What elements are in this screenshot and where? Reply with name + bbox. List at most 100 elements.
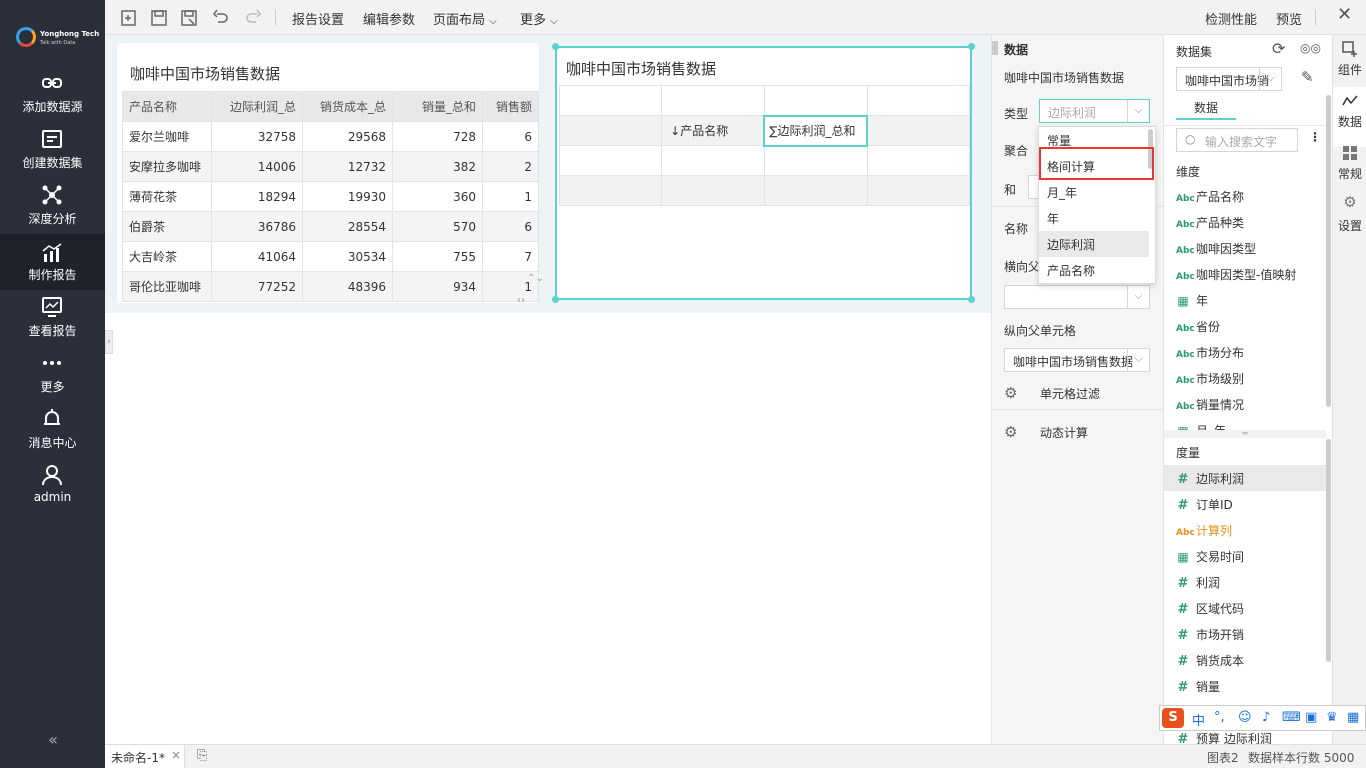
field-item[interactable]: # 订单ID — [1164, 491, 1326, 517]
panel-grip[interactable] — [992, 41, 998, 55]
nav-make-report[interactable]: 制作报告 — [0, 234, 105, 290]
save-icon[interactable] — [149, 8, 169, 28]
tab-settings[interactable]: ⚙ 设置 — [1333, 191, 1366, 251]
table-row[interactable]: 爱尔兰咖啡 32758 29568 728 6 — [122, 121, 539, 152]
table-row[interactable]: 伯爵茶 36786 28554 570 6 — [122, 211, 539, 242]
grid-cell[interactable] — [763, 85, 868, 116]
data-tab[interactable]: 数据 — [1194, 99, 1218, 116]
close-icon[interactable]: ✕ — [1337, 4, 1352, 25]
freestyle-table-component[interactable]: 咖啡中国市场销售数据 ↓产品名称 ∑边际利润_总和 — [552, 43, 975, 303]
keyboard-icon[interactable]: ⌨ — [1282, 710, 1301, 725]
field-item[interactable]: Abc省份 — [1164, 313, 1326, 339]
field-item[interactable]: Abc咖啡因类型-值映射 — [1164, 261, 1326, 287]
grid-cell[interactable] — [866, 175, 971, 206]
field-item[interactable]: Abc产品种类 — [1164, 209, 1326, 235]
field-item[interactable]: Abc市场分布 — [1164, 339, 1326, 365]
table-row[interactable]: 哥伦比亚咖啡 77252 48396 934 1 — [122, 271, 539, 302]
undo-icon[interactable] — [211, 8, 231, 28]
grid-cell[interactable] — [558, 85, 663, 116]
v-parent-select[interactable]: 咖啡中国市场销售数据 ⌵ — [1004, 348, 1150, 372]
emoji-icon[interactable]: ☺ — [1238, 710, 1252, 725]
field-item[interactable]: ▦ 交易时间 — [1164, 543, 1326, 569]
grid-cell[interactable] — [763, 175, 868, 206]
column-header[interactable]: 销货成本_总 — [302, 91, 393, 122]
save-as-icon[interactable] — [179, 8, 199, 28]
edit-icon[interactable]: ✎ — [1301, 68, 1314, 86]
field-item[interactable]: ▦ 年 — [1164, 287, 1326, 313]
grid-cell-margin-selected[interactable]: ∑边际利润_总和 — [763, 114, 869, 147]
type-select[interactable]: 边际利润 ⌵ — [1039, 99, 1150, 123]
resize-handle[interactable] — [968, 43, 975, 50]
nav-add-datasource[interactable]: 添加数据源 — [0, 72, 105, 128]
table-row[interactable]: 大吉岭茶 41064 30534 755 7 — [122, 241, 539, 272]
grid-cell[interactable] — [866, 145, 971, 176]
search-input[interactable]: ○ 输入搜索文字 — [1176, 128, 1298, 152]
redo-icon[interactable] — [243, 8, 263, 28]
field-item[interactable]: Abc销量情况 — [1164, 391, 1326, 417]
report-settings-menu[interactable]: 报告设置 — [292, 9, 344, 28]
field-item[interactable]: # 销货成本 — [1164, 647, 1326, 673]
grid-cell[interactable] — [866, 85, 971, 116]
column-header[interactable]: 销售额 — [482, 91, 539, 122]
table-component-1[interactable]: 咖啡中国市场销售数据 产品名称 边际利润_总 销货成本_总 销量_总和 销售额 … — [117, 43, 544, 306]
table-row[interactable]: 薄荷花茶 18294 19930 360 1 — [122, 181, 539, 212]
preview-button[interactable]: 预览 — [1276, 9, 1302, 28]
resize-handle[interactable] — [968, 296, 975, 303]
link-datasets-icon[interactable]: ◎◎ — [1300, 41, 1321, 55]
dropdown-option-year[interactable]: 年 — [1039, 205, 1149, 231]
grid-cell[interactable] — [558, 175, 663, 206]
expand-panel-icon[interactable]: › — [105, 330, 113, 354]
toolbox-icon[interactable]: ▣ — [1305, 710, 1317, 725]
nav-view-report[interactable]: 查看报告 — [0, 296, 105, 352]
edit-params-menu[interactable]: 编辑参数 — [363, 9, 415, 28]
page-layout-menu[interactable]: 页面布局 ⌵ — [433, 9, 497, 28]
dataset-select[interactable]: 咖啡中国市场销 ⌵ — [1176, 67, 1282, 91]
field-item[interactable]: # 区域代码 — [1164, 595, 1326, 621]
scroll-leftright-icon[interactable]: ‹› — [517, 295, 525, 306]
tab-data[interactable]: 数据 — [1333, 87, 1366, 147]
h-parent-select[interactable]: ⌵ — [1004, 285, 1150, 309]
export-file-icon[interactable]: ⎘ — [197, 748, 207, 763]
nav-more[interactable]: 更多 — [0, 352, 105, 408]
splitter-handle[interactable]: ═ — [1164, 430, 1326, 438]
table-row[interactable]: 安摩拉多咖啡 14006 12732 382 2 — [122, 151, 539, 182]
tab-components[interactable]: 组件 — [1333, 35, 1366, 95]
nav-message-center[interactable]: 消息中心 — [0, 408, 105, 464]
field-item[interactable]: # 市场开销 — [1164, 621, 1326, 647]
column-header[interactable]: 边际利润_总 — [211, 91, 303, 122]
nav-create-dataset[interactable]: 创建数据集 — [0, 128, 105, 184]
dropdown-option-month-year[interactable]: 月_年 — [1039, 179, 1149, 205]
more-menu[interactable]: 更多 ⌵ — [520, 9, 558, 28]
report-tab[interactable]: 未命名-1* × — [105, 745, 185, 768]
ime-lang[interactable]: 中 — [1192, 710, 1205, 729]
resize-handle[interactable] — [552, 296, 559, 303]
field-item[interactable]: Abc咖啡因类型 — [1164, 235, 1326, 261]
grid-cell[interactable] — [661, 175, 765, 206]
grid-cell[interactable] — [763, 145, 868, 176]
check-performance-button[interactable]: 检测性能 — [1205, 9, 1257, 28]
scrollbar[interactable] — [1326, 439, 1331, 662]
field-item[interactable]: Abc产品名称 — [1164, 183, 1326, 209]
close-tab-icon[interactable]: × — [171, 748, 181, 762]
skin-icon[interactable]: ♛ — [1326, 710, 1338, 725]
collapse-nav-icon[interactable]: « — [44, 730, 62, 749]
new-report-icon[interactable] — [119, 8, 139, 28]
field-item[interactable]: # 利润 — [1164, 569, 1326, 595]
more-options-icon[interactable]: ⋮ — [1309, 130, 1321, 144]
field-item[interactable]: Abc市场级别 — [1164, 365, 1326, 391]
scrollbar[interactable] — [1326, 95, 1331, 407]
dynamic-calc-link[interactable]: 动态计算 — [1040, 424, 1088, 441]
grid-cell[interactable] — [866, 115, 971, 146]
grid-cell-product[interactable]: ↓产品名称 — [661, 115, 765, 146]
grid-cell[interactable] — [661, 145, 765, 176]
nav-deep-analysis[interactable]: 深度分析 — [0, 184, 105, 240]
field-item[interactable]: Abc计算列 — [1164, 517, 1326, 543]
grid-menu-icon[interactable]: ▦ — [1347, 710, 1359, 725]
dropdown-option-margin[interactable]: 边际利润 — [1039, 231, 1149, 257]
microphone-icon[interactable]: ♪ — [1262, 710, 1270, 725]
dropdown-option-product[interactable]: 产品名称 — [1039, 257, 1149, 283]
nav-user-admin[interactable]: admin — [0, 464, 105, 520]
cell-filter-link[interactable]: 单元格过滤 — [1040, 385, 1100, 402]
sogou-logo-icon[interactable]: S — [1162, 708, 1184, 728]
grid-cell[interactable] — [558, 115, 663, 146]
